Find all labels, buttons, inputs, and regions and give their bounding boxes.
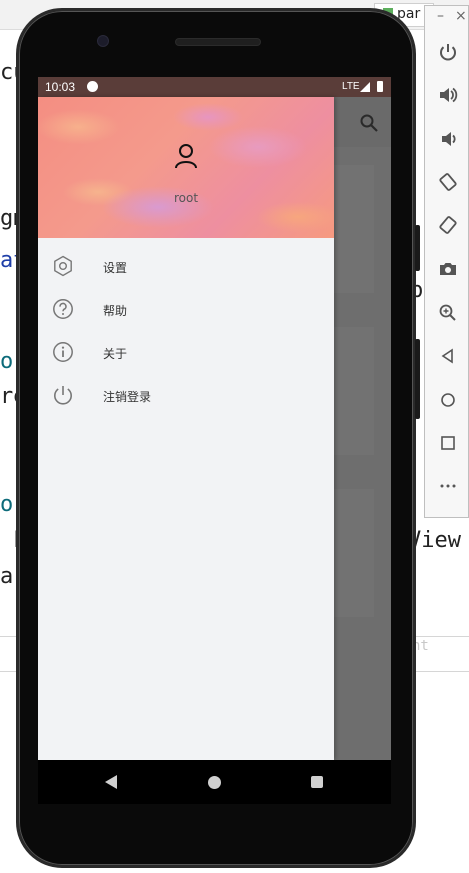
- volume-key: [415, 225, 420, 271]
- settings-icon: [54, 255, 72, 277]
- menu-item-logout[interactable]: 注销登录: [38, 374, 334, 417]
- menu-item-label: 帮助: [103, 304, 128, 318]
- navigation-drawer: root 设置 帮助 关于 注销登录: [38, 97, 334, 760]
- help-icon: [53, 299, 73, 319]
- system-navigation-bar: [38, 760, 391, 804]
- device-screen: 10:03 LTE root 设置 帮助 关于 注销登录: [38, 77, 391, 760]
- drawer-menu: 设置 帮助 关于 注销登录: [38, 245, 334, 417]
- overview-icon[interactable]: [438, 433, 458, 453]
- minimize-button[interactable]: –: [437, 8, 444, 24]
- nav-home-button[interactable]: [208, 776, 221, 789]
- drawer-header: root: [38, 97, 334, 238]
- signal-icon: [360, 82, 370, 92]
- rotate-right-icon[interactable]: [438, 215, 458, 235]
- earpiece-speaker: [175, 38, 261, 46]
- menu-item-label: 设置: [103, 261, 128, 275]
- rotate-left-icon[interactable]: [438, 172, 458, 192]
- more-icon[interactable]: [438, 476, 458, 496]
- side-key: [415, 339, 420, 419]
- status-bar: 10:03 LTE: [38, 77, 391, 97]
- home-icon[interactable]: [438, 390, 458, 410]
- status-time: 10:03: [45, 80, 76, 94]
- content-card[interactable]: [334, 327, 374, 455]
- battery-icon: [377, 81, 383, 92]
- back-icon[interactable]: [438, 346, 458, 366]
- network-type: LTE: [342, 81, 360, 92]
- menu-item-label: 关于: [103, 347, 128, 361]
- menu-item-help[interactable]: 帮助: [38, 288, 334, 331]
- search-icon[interactable]: [358, 112, 380, 134]
- zoom-icon[interactable]: [438, 303, 458, 323]
- volume-down-icon[interactable]: [438, 129, 458, 149]
- power-icon: [54, 386, 72, 405]
- emulator-toolbar: – ×: [424, 5, 469, 518]
- nav-recents-button[interactable]: [311, 776, 323, 788]
- content-card[interactable]: [334, 489, 374, 617]
- menu-item-settings[interactable]: 设置: [38, 245, 334, 288]
- sync-status-icon: [87, 81, 98, 92]
- username-label: root: [173, 191, 199, 205]
- nav-back-button[interactable]: [105, 775, 117, 789]
- camera-icon[interactable]: [438, 259, 458, 279]
- info-icon: [53, 342, 73, 362]
- content-card[interactable]: [334, 165, 374, 293]
- user-avatar-icon[interactable]: [174, 143, 198, 169]
- power-icon[interactable]: [438, 42, 458, 62]
- menu-item-about[interactable]: 关于: [38, 331, 334, 374]
- menu-item-label: 注销登录: [103, 390, 152, 404]
- close-button[interactable]: ×: [455, 8, 467, 24]
- volume-up-icon[interactable]: [438, 85, 458, 105]
- emulator-toolbar-titlebar: – ×: [425, 6, 468, 30]
- front-camera: [97, 35, 109, 47]
